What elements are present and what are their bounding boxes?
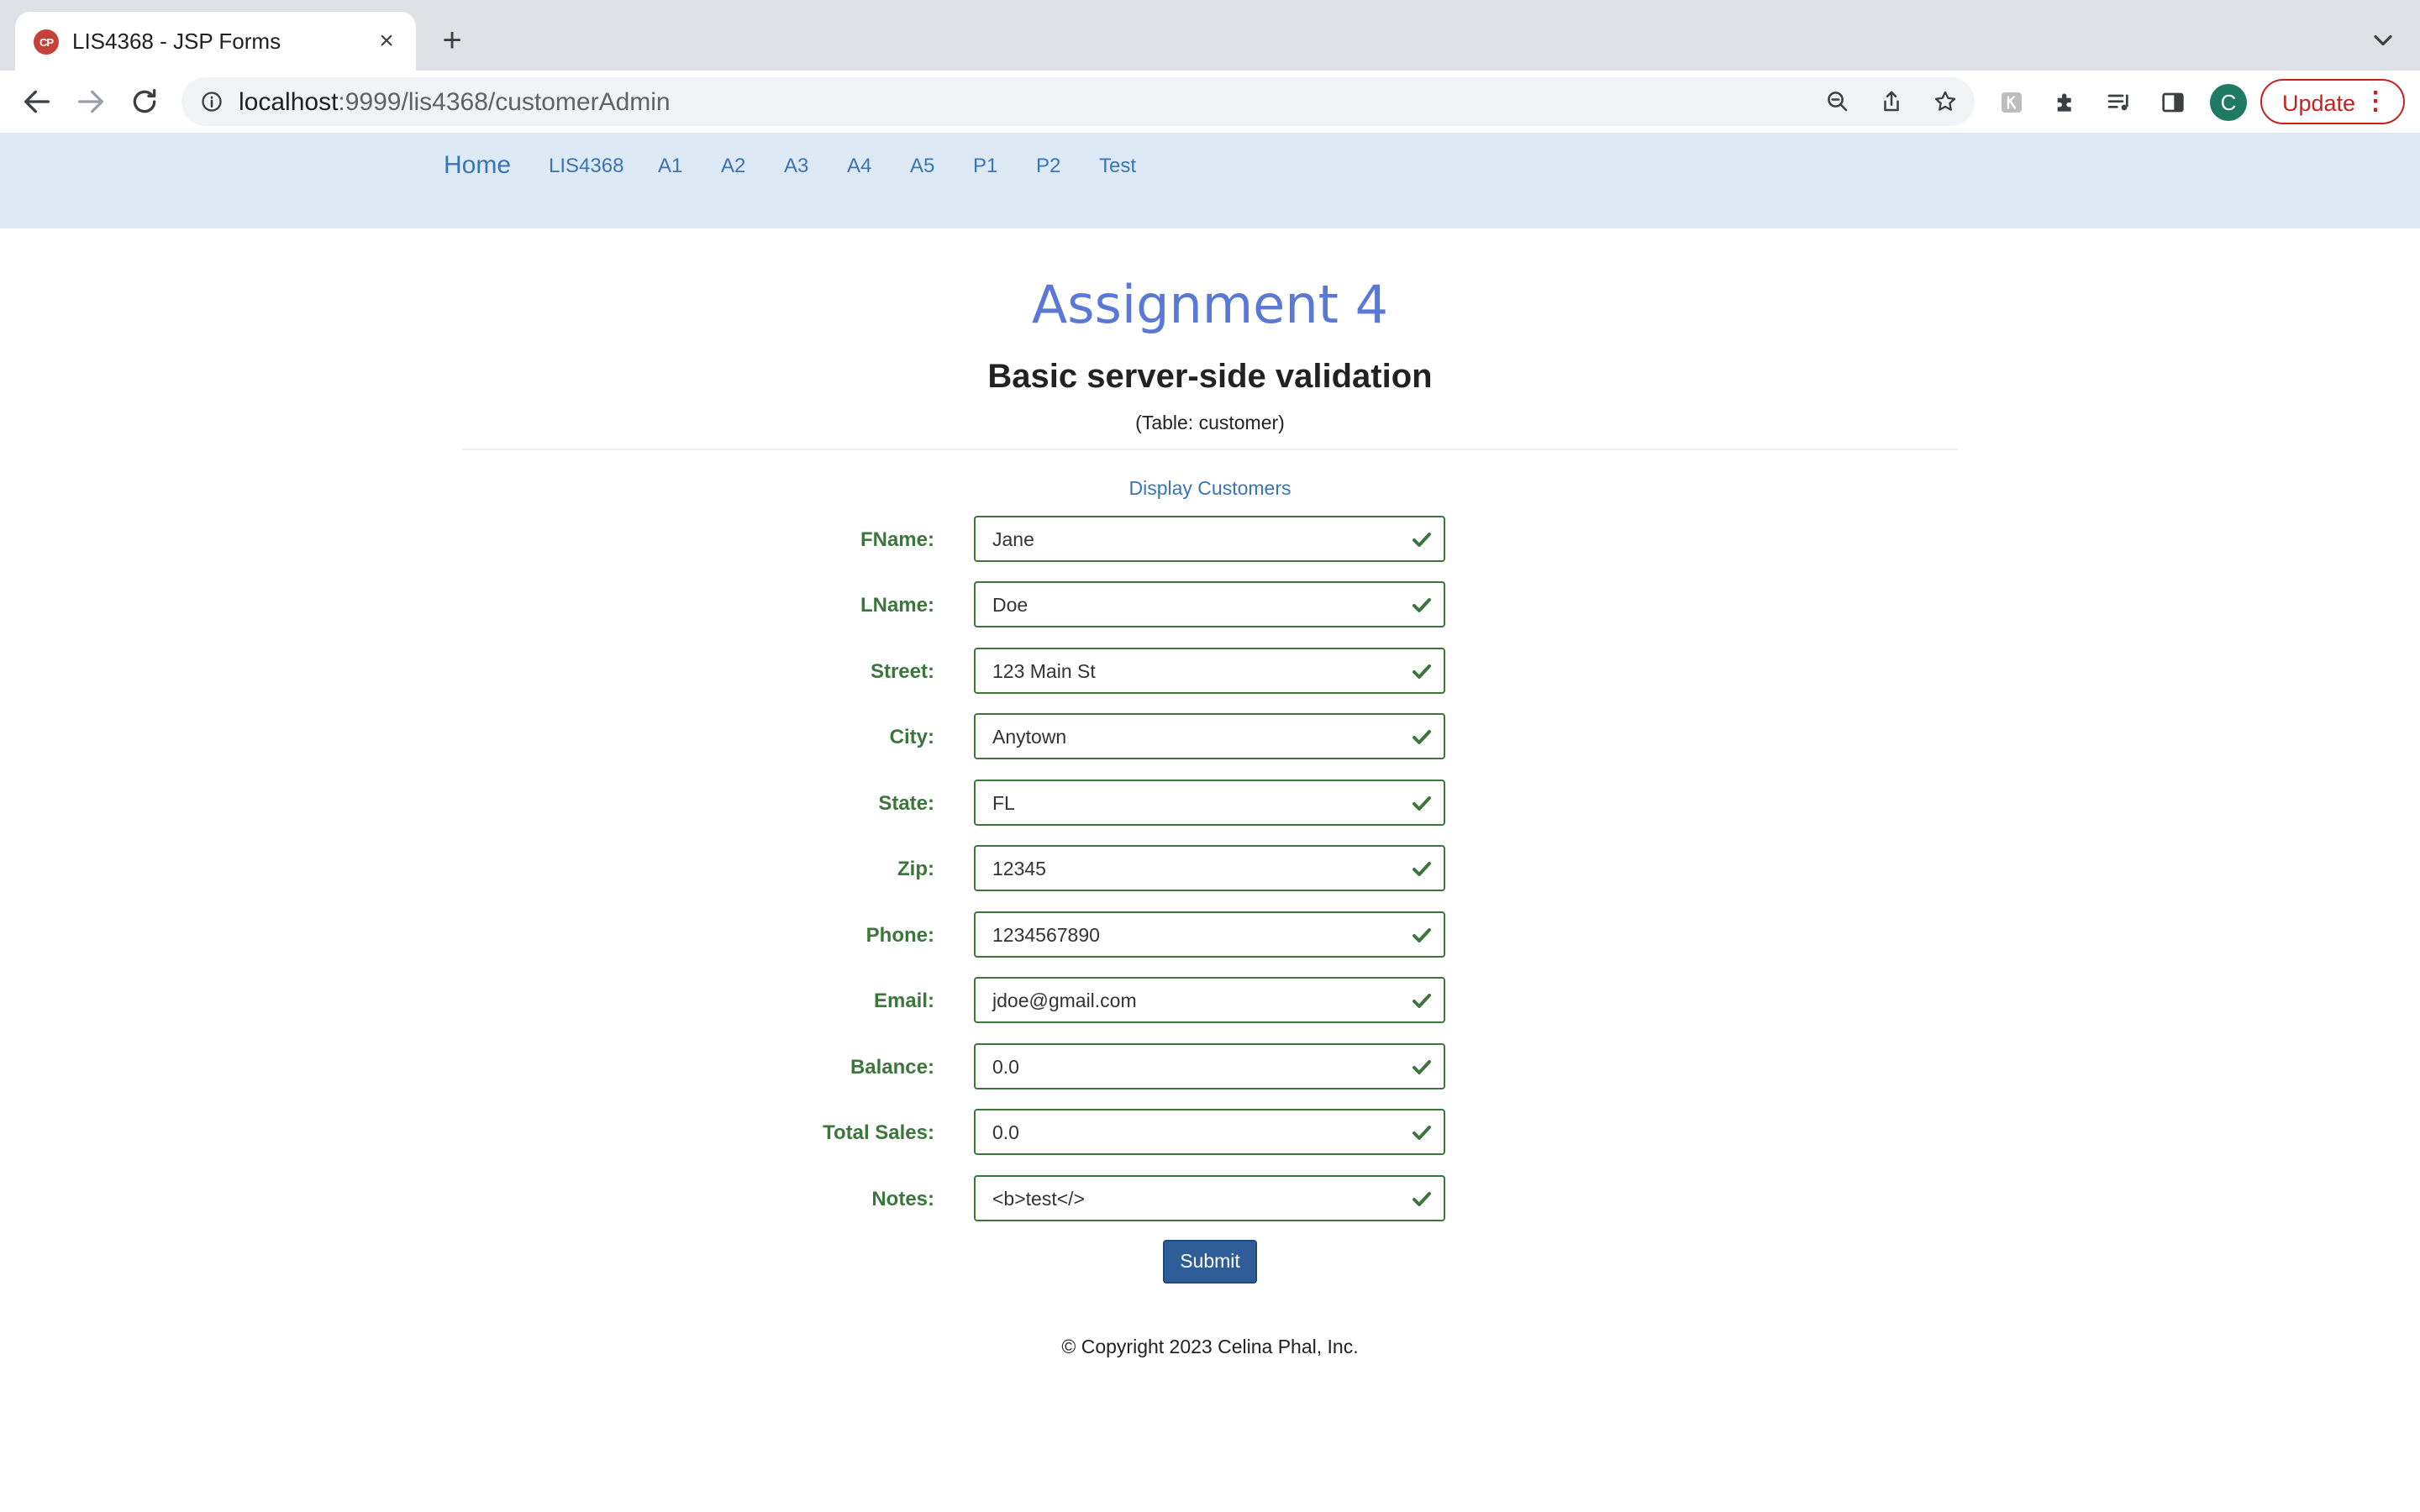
field-value: 12345 — [992, 858, 1046, 879]
field-value: Doe — [992, 594, 1028, 616]
street-field[interactable]: 123 Main St — [974, 648, 1445, 694]
check-icon — [1413, 1192, 1431, 1206]
check-icon — [1413, 862, 1431, 876]
check-icon — [1413, 994, 1431, 1008]
field-value: jdoe@gmail.com — [992, 990, 1137, 1011]
check-icon — [1413, 533, 1431, 547]
extensions-puzzle-icon[interactable] — [2052, 89, 2079, 116]
divider — [462, 449, 1958, 450]
check-icon — [1413, 664, 1431, 679]
nav-link-a1[interactable]: A1 — [658, 155, 682, 178]
nav-link-a4[interactable]: A4 — [847, 155, 871, 178]
field-value: Anytown — [992, 726, 1067, 748]
label-total-sales: Total Sales: — [823, 1121, 934, 1144]
forward-icon[interactable] — [74, 85, 108, 118]
label-email: Email: — [873, 990, 934, 1012]
display-customers-link: Display Customers — [0, 477, 2420, 500]
field-value: 1234567890 — [992, 924, 1100, 946]
site-navbar: Home LIS4368 A1 A2 A3 A4 A5 P1 P2 Test — [0, 133, 2420, 228]
url-path: :9999/lis4368/customerAdmin — [338, 88, 671, 116]
browser-toolbar: localhost:9999/lis4368/customerAdmin C U… — [0, 71, 2420, 134]
footer-copyright: © Copyright 2023 Celina Phal, Inc. — [1061, 1336, 1359, 1357]
page-subtitle: Basic server-side validation — [987, 358, 1433, 395]
bookmark-star-icon[interactable] — [1933, 89, 1958, 114]
field-value: <b>test</> — [992, 1188, 1085, 1210]
total-sales-field[interactable]: 0.0 — [974, 1109, 1445, 1155]
state-field[interactable]: FL — [974, 780, 1445, 826]
site-info-icon[interactable] — [200, 90, 224, 113]
close-tab-icon[interactable]: × — [371, 26, 402, 56]
url-host: localhost — [239, 88, 339, 116]
extension-app-icon[interactable] — [1998, 89, 2025, 116]
zoom-icon[interactable] — [1825, 89, 1850, 114]
label-street: Street: — [870, 660, 934, 683]
fname-field[interactable]: Jane — [974, 516, 1445, 562]
check-icon — [1413, 928, 1431, 942]
reload-icon[interactable] — [128, 85, 161, 118]
submit-button[interactable]: Submit — [1163, 1240, 1257, 1284]
label-city: City: — [889, 726, 934, 748]
check-icon — [1413, 1060, 1431, 1074]
lname-field[interactable]: Doe — [974, 581, 1445, 627]
balance-field[interactable]: 0.0 — [974, 1043, 1445, 1089]
check-icon — [1413, 730, 1431, 744]
label-lname: LName: — [860, 594, 934, 617]
label-phone: Phone: — [865, 924, 934, 947]
new-tab-icon[interactable]: + — [435, 24, 469, 57]
update-button[interactable]: Update ⋮ — [2260, 79, 2405, 124]
more-menu-icon[interactable]: ⋮ — [2363, 87, 2388, 116]
phone-field[interactable]: 1234567890 — [974, 911, 1445, 958]
nav-link-a5[interactable]: A5 — [910, 155, 934, 178]
label-notes: Notes: — [871, 1188, 934, 1210]
nav-link-a2[interactable]: A2 — [721, 155, 745, 178]
nav-link-test[interactable]: Test — [1099, 155, 1136, 178]
label-fname: FName: — [860, 528, 934, 551]
check-icon — [1413, 1126, 1431, 1140]
label-balance: Balance: — [850, 1056, 934, 1079]
field-value: Jane — [992, 528, 1034, 550]
media-queue-icon[interactable] — [2106, 89, 2133, 116]
table-note: (Table: customer) — [1135, 412, 1285, 433]
nav-home-link[interactable]: Home — [444, 151, 511, 180]
browser-tabstrip: CP LIS4368 - JSP Forms × + — [0, 0, 2420, 71]
side-panel-icon[interactable] — [2160, 89, 2186, 116]
nav-link-p1[interactable]: P1 — [973, 155, 997, 178]
notes-field[interactable]: <b>test</> — [974, 1175, 1445, 1221]
nav-link-p2[interactable]: P2 — [1036, 155, 1060, 178]
email-field[interactable]: jdoe@gmail.com — [974, 977, 1445, 1023]
display-customers-link-text[interactable]: Display Customers — [1129, 477, 1292, 499]
check-icon — [1413, 598, 1431, 612]
tab-title: LIS4368 - JSP Forms — [72, 29, 281, 54]
tab-search-chevron-icon[interactable] — [2368, 25, 2398, 55]
profile-avatar[interactable]: C — [2210, 84, 2247, 121]
share-icon[interactable] — [1879, 89, 1904, 114]
field-value: FL — [992, 792, 1015, 814]
nav-link-a3[interactable]: A3 — [784, 155, 808, 178]
update-button-label: Update — [2282, 91, 2356, 116]
back-icon[interactable] — [20, 85, 54, 118]
label-state: State: — [878, 792, 934, 815]
field-value: 0.0 — [992, 1056, 1019, 1078]
url-text[interactable]: localhost:9999/lis4368/customerAdmin — [239, 88, 671, 117]
label-zip: Zip: — [897, 858, 934, 880]
zip-field[interactable]: 12345 — [974, 845, 1445, 891]
city-field[interactable]: Anytown — [974, 713, 1445, 759]
check-icon — [1413, 796, 1431, 811]
page-title: Assignment 4 — [1031, 274, 1389, 335]
address-bar[interactable]: localhost:9999/lis4368/customerAdmin — [182, 77, 1975, 126]
browser-tab[interactable]: CP LIS4368 - JSP Forms × — [15, 12, 416, 71]
field-value: 123 Main St — [992, 660, 1096, 682]
nav-link-lis4368[interactable]: LIS4368 — [549, 155, 623, 178]
field-value: 0.0 — [992, 1121, 1019, 1143]
favicon-icon: CP — [34, 29, 59, 55]
